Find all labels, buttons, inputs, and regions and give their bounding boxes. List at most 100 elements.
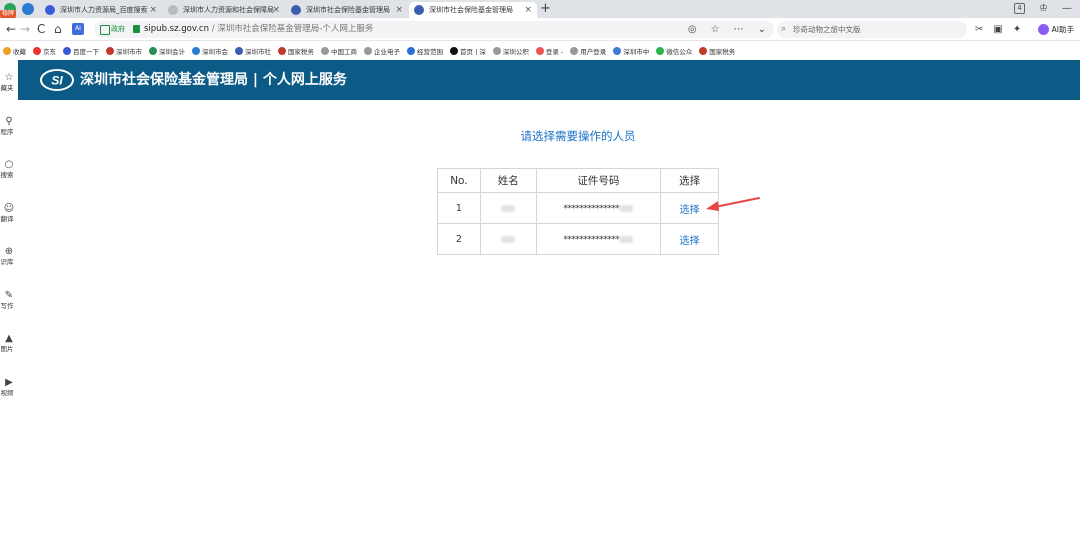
browser-logo-icon[interactable]: [22, 3, 34, 15]
bookmark-item[interactable]: 深圳市市: [106, 46, 142, 56]
bookmark-item[interactable]: 收藏: [3, 46, 26, 56]
side-rail-item[interactable]: ▲ 图片: [0, 333, 18, 354]
reload-button[interactable]: C: [37, 21, 45, 37]
bookmark-item[interactable]: 深圳公积: [492, 46, 529, 56]
table-header-row: No. 姓名 证件号码 选择: [437, 168, 719, 193]
side-rail-item[interactable]: ▶ 视频: [0, 377, 18, 398]
browser-toolbar: ← → C ⌂ AI 政府 sipub.sz.gov.cn / 深圳市社会保险基…: [0, 18, 1080, 41]
bookmark-label: 深圳市社: [245, 47, 271, 56]
row-select-cell: 选择: [660, 223, 719, 255]
ai-icon[interactable]: AI: [72, 23, 84, 35]
bookmark-favicon-icon: [106, 46, 114, 55]
bookmark-favicon-icon: [407, 46, 415, 55]
bookmark-favicon-icon: [613, 46, 622, 55]
side-rail-item[interactable]: ⚲ 程序: [0, 116, 18, 137]
bookmark-item[interactable]: 中国工商: [321, 46, 357, 56]
bookmark-item[interactable]: 百度一下: [63, 46, 99, 56]
side-rail-item[interactable]: ☆ 藏夹: [0, 72, 18, 93]
bookmark-label: 收藏: [13, 47, 26, 56]
bookmark-label: 首页 | 深: [460, 47, 486, 56]
bookmark-item[interactable]: 深圳市社: [235, 46, 271, 56]
select-link[interactable]: 选择: [680, 236, 700, 247]
col-header-id: 证件号码: [535, 168, 662, 193]
bookmark-favicon-icon: [235, 46, 243, 55]
bookmark-favicon-icon: [63, 46, 71, 55]
side-rail-item[interactable]: ○ 搜索: [0, 159, 18, 180]
tab-close-icon[interactable]: ×: [395, 2, 403, 18]
side-rail-icon: ⚲: [5, 115, 13, 127]
col-header-no: No.: [437, 168, 481, 193]
tab-baidu-search[interactable]: 深圳市人力资源局_百度搜索 ×: [40, 2, 162, 18]
bookmark-favicon-icon: [3, 46, 11, 55]
back-button[interactable]: ←: [6, 21, 16, 37]
beta-tag: 稳牌: [0, 10, 17, 18]
col-header-name: 姓名: [479, 168, 537, 193]
minimize-icon[interactable]: —: [1062, 1, 1072, 17]
bookmark-item[interactable]: 登录 -: [535, 46, 563, 56]
tab-close-icon[interactable]: ×: [149, 2, 157, 18]
bookmark-label: 京东: [43, 47, 56, 56]
side-rail-item[interactable]: ☺ 翻译: [0, 203, 18, 224]
redacted-id-tail: [619, 204, 634, 212]
bookmark-item[interactable]: 深圳会计: [149, 46, 185, 56]
search-icon: ⌕: [781, 24, 787, 34]
address-bar[interactable]: 政府 sipub.sz.gov.cn / 深圳市社会保险基金管理局-个人网上服务…: [94, 21, 774, 38]
bookmark-item[interactable]: 深圳市中: [613, 46, 649, 56]
tab-counter-icon[interactable]: 4: [1014, 3, 1026, 14]
bookmark-favicon-icon: [192, 46, 200, 55]
side-rail-icon: ⊕: [4, 246, 14, 257]
bookmark-item[interactable]: 国家税务: [278, 46, 314, 56]
bookmark-item[interactable]: 国家税务: [699, 46, 735, 56]
bookmark-item[interactable]: 京东: [33, 46, 56, 56]
new-tab-button[interactable]: +: [540, 1, 551, 17]
bookmark-favicon-icon: [699, 46, 708, 55]
url-text[interactable]: sipub.sz.gov.cn / 深圳市社会保险基金管理局-个人网上服务: [144, 21, 373, 38]
search-box[interactable]: ⌕ 珍奇动物之旅中文版: [777, 21, 967, 38]
window-controls: 4 ♔ —: [1014, 1, 1072, 17]
bookmark-item[interactable]: 用户登录: [570, 46, 606, 56]
extensions-icon[interactable]: ✦: [1013, 21, 1021, 38]
sipub-favicon-icon: [291, 5, 301, 15]
side-rail-icon: ▲: [5, 333, 13, 344]
tab-close-icon[interactable]: ×: [524, 2, 532, 18]
tab-title: 深圳市人力资源局_百度搜索: [60, 6, 148, 14]
side-rail-label: 识库: [0, 258, 14, 266]
shirt-icon[interactable]: ♔: [1039, 1, 1048, 17]
ai-helper-button[interactable]: AI助手: [1037, 21, 1074, 38]
masked-id: **************: [563, 203, 620, 214]
forward-button[interactable]: →: [20, 21, 30, 37]
bookmark-item[interactable]: 首页 | 深: [450, 46, 486, 56]
bookmark-label: 用户登录: [580, 47, 607, 56]
chevron-down-icon[interactable]: ⌄: [758, 21, 766, 38]
side-rail-icon: ☺: [3, 202, 15, 214]
side-rail-item[interactable]: ✎ 写作: [0, 290, 18, 311]
side-rail-item[interactable]: ⊕ 识库: [0, 246, 18, 267]
side-rail-label: 程序: [0, 127, 14, 136]
select-link[interactable]: 选择: [680, 205, 700, 216]
table-row: 2 ************** 选择: [437, 223, 719, 255]
bookmark-item[interactable]: 深圳市会: [192, 46, 228, 56]
tab-sipub-active[interactable]: 深圳市社会保险基金管理局 ×: [409, 2, 537, 18]
bookmark-label: 企业电子: [374, 47, 400, 56]
bookmark-item[interactable]: 经营范围: [407, 46, 443, 56]
bookmark-label: 深圳公积: [502, 47, 529, 56]
row-name-redacted: [479, 223, 537, 255]
tab-close-icon[interactable]: ×: [272, 2, 280, 18]
tab-hrss[interactable]: 深圳市人力资源和社会保障局 ×: [163, 2, 285, 18]
bookmark-item[interactable]: 企业电子: [364, 46, 400, 56]
gov-badge: 政府: [98, 24, 128, 35]
window-icon[interactable]: ▣: [993, 21, 1002, 38]
row-number: 2: [437, 223, 481, 255]
home-button[interactable]: ⌂: [54, 21, 62, 37]
side-rail-label: 视频: [0, 388, 14, 397]
scissors-icon[interactable]: ✂: [975, 21, 983, 38]
side-rail-label: 搜索: [0, 171, 14, 179]
tab-sipub-1[interactable]: 深圳市社会保险基金管理局 ×: [286, 2, 408, 18]
bookmark-label: 深圳市市: [116, 47, 142, 56]
row-id: **************: [535, 192, 662, 224]
bookmark-item[interactable]: 微信公众: [656, 46, 692, 56]
tab-title: 深圳市社会保险基金管理局: [306, 6, 390, 14]
more-icon[interactable]: ⋯: [734, 21, 744, 38]
star-icon[interactable]: ☆: [711, 21, 720, 38]
target-icon[interactable]: ◎: [688, 21, 697, 38]
